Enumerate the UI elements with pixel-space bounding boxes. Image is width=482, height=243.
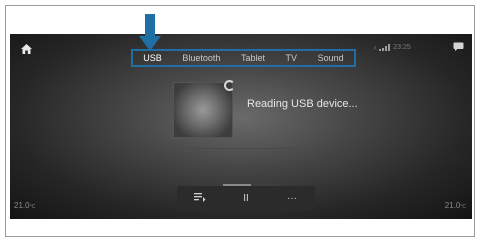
pause-icon[interactable]: II bbox=[234, 193, 258, 204]
more-icon[interactable]: ··· bbox=[280, 193, 304, 204]
status-indicator: ᵢₗ bbox=[374, 44, 377, 51]
down-arrow-icon bbox=[139, 14, 161, 51]
tab-usb[interactable]: USB bbox=[141, 53, 164, 63]
temperature-right-value: 21.0 bbox=[444, 201, 461, 210]
loading-spinner-icon bbox=[224, 80, 235, 91]
temperature-left-unit: °C bbox=[29, 204, 36, 210]
status-time: 23:25 bbox=[393, 43, 411, 51]
tab-bluetooth[interactable]: Bluetooth bbox=[180, 53, 222, 63]
temperature-left[interactable]: 21.0°C bbox=[14, 201, 35, 210]
temperature-right[interactable]: 21.0°C bbox=[445, 201, 466, 210]
signal-icon bbox=[379, 43, 391, 51]
playback-controls: II ··· bbox=[177, 186, 315, 210]
tab-sound[interactable]: Sound bbox=[316, 53, 346, 63]
status-bar: ᵢₗ 23:25 bbox=[374, 42, 434, 52]
tab-tv[interactable]: TV bbox=[284, 53, 300, 63]
tab-tablet[interactable]: Tablet bbox=[239, 53, 267, 63]
temperature-right-unit: °C bbox=[460, 204, 466, 210]
infotainment-screen: USB Bluetooth Tablet TV Sound ᵢₗ 23:25 R… bbox=[10, 34, 472, 219]
playlist-icon[interactable] bbox=[188, 192, 212, 205]
home-icon[interactable] bbox=[20, 43, 33, 55]
album-art bbox=[173, 82, 233, 138]
divider bbox=[173, 148, 308, 149]
message-icon[interactable] bbox=[453, 42, 464, 51]
status-message: Reading USB device... bbox=[247, 98, 358, 110]
media-source-tabs: USB Bluetooth Tablet TV Sound bbox=[131, 49, 356, 67]
temperature-left-value: 21.0 bbox=[14, 201, 30, 210]
